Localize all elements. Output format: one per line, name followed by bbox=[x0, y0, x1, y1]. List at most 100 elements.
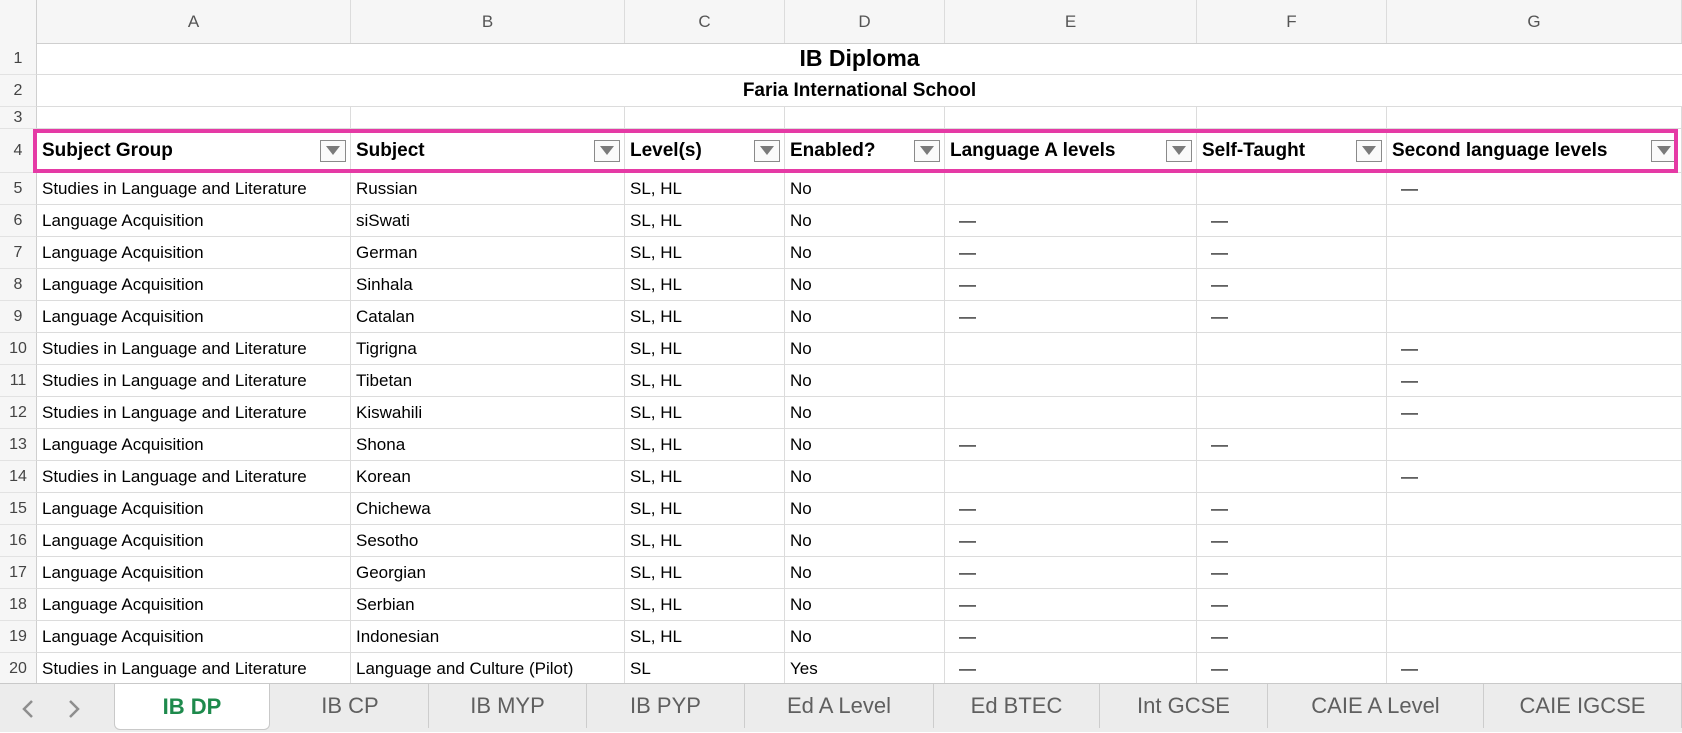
row-header-11[interactable]: 11 bbox=[0, 365, 37, 397]
cell-e16[interactable]: — bbox=[945, 525, 1197, 556]
cell-g5[interactable]: — bbox=[1387, 173, 1682, 204]
row-header-14[interactable]: 14 bbox=[0, 461, 37, 493]
row-header-6[interactable]: 6 bbox=[0, 205, 37, 237]
cell-a8[interactable]: Language Acquisition bbox=[37, 269, 351, 300]
cell-b16[interactable]: Sesotho bbox=[351, 525, 625, 556]
cell-e3[interactable] bbox=[945, 107, 1197, 128]
sheet-tab-ib-dp[interactable]: IB DP bbox=[114, 684, 270, 730]
row-header-19[interactable]: 19 bbox=[0, 621, 37, 653]
cell-f8[interactable]: — bbox=[1197, 269, 1387, 300]
cell-f14[interactable] bbox=[1197, 461, 1387, 492]
header-cell-e[interactable]: Language A levels bbox=[945, 129, 1197, 172]
cell-a18[interactable]: Language Acquisition bbox=[37, 589, 351, 620]
header-cell-b[interactable]: Subject bbox=[351, 129, 625, 172]
cell-e20[interactable]: — bbox=[945, 653, 1197, 683]
filter-dropdown-button[interactable] bbox=[914, 139, 940, 162]
cell-d6[interactable]: No bbox=[785, 205, 945, 236]
row-header-1[interactable]: 1 bbox=[0, 43, 37, 75]
sheet-subtitle[interactable]: Faria International School bbox=[37, 75, 1682, 106]
filter-dropdown-button[interactable] bbox=[594, 139, 620, 162]
cell-f18[interactable]: — bbox=[1197, 589, 1387, 620]
cell-d3[interactable] bbox=[785, 107, 945, 128]
cell-a11[interactable]: Studies in Language and Literature bbox=[37, 365, 351, 396]
cell-a20[interactable]: Studies in Language and Literature bbox=[37, 653, 351, 683]
row-header-18[interactable]: 18 bbox=[0, 589, 37, 621]
cell-b17[interactable]: Georgian bbox=[351, 557, 625, 588]
cell-c10[interactable]: SL, HL bbox=[625, 333, 785, 364]
cell-e8[interactable]: — bbox=[945, 269, 1197, 300]
cell-e12[interactable] bbox=[945, 397, 1197, 428]
cell-a15[interactable]: Language Acquisition bbox=[37, 493, 351, 524]
sheet-tab-caie-igcse[interactable]: CAIE IGCSE bbox=[1484, 684, 1682, 728]
row-header-9[interactable]: 9 bbox=[0, 301, 37, 333]
cell-d10[interactable]: No bbox=[785, 333, 945, 364]
cell-d19[interactable]: No bbox=[785, 621, 945, 652]
header-cell-d[interactable]: Enabled? bbox=[785, 129, 945, 172]
cell-g17[interactable] bbox=[1387, 557, 1682, 588]
sheet-tab-int-gcse[interactable]: Int GCSE bbox=[1100, 684, 1268, 728]
cell-g10[interactable]: — bbox=[1387, 333, 1682, 364]
row-header-20[interactable]: 20 bbox=[0, 653, 37, 683]
filter-dropdown-button[interactable] bbox=[1356, 139, 1382, 162]
sheet-tab-ib-cp[interactable]: IB CP bbox=[272, 684, 429, 728]
cell-a17[interactable]: Language Acquisition bbox=[37, 557, 351, 588]
cell-g9[interactable] bbox=[1387, 301, 1682, 332]
cell-c20[interactable]: SL bbox=[625, 653, 785, 683]
cell-g18[interactable] bbox=[1387, 589, 1682, 620]
header-cell-g[interactable]: Second language levels bbox=[1387, 129, 1682, 172]
cell-e10[interactable] bbox=[945, 333, 1197, 364]
cell-a5[interactable]: Studies in Language and Literature bbox=[37, 173, 351, 204]
cell-e14[interactable] bbox=[945, 461, 1197, 492]
cell-a6[interactable]: Language Acquisition bbox=[37, 205, 351, 236]
cell-f12[interactable] bbox=[1197, 397, 1387, 428]
cell-a3[interactable] bbox=[37, 107, 351, 128]
cell-f9[interactable]: — bbox=[1197, 301, 1387, 332]
cell-c13[interactable]: SL, HL bbox=[625, 429, 785, 460]
cell-f6[interactable]: — bbox=[1197, 205, 1387, 236]
cell-c11[interactable]: SL, HL bbox=[625, 365, 785, 396]
cell-a14[interactable]: Studies in Language and Literature bbox=[37, 461, 351, 492]
row-header-15[interactable]: 15 bbox=[0, 493, 37, 525]
cell-c9[interactable]: SL, HL bbox=[625, 301, 785, 332]
cell-b19[interactable]: Indonesian bbox=[351, 621, 625, 652]
sheet-tab-ed-btec[interactable]: Ed BTEC bbox=[934, 684, 1100, 728]
next-sheet-button[interactable] bbox=[54, 684, 94, 733]
sheet-tab-ib-pyp[interactable]: IB PYP bbox=[587, 684, 745, 728]
cell-b15[interactable]: Chichewa bbox=[351, 493, 625, 524]
cell-f20[interactable]: — bbox=[1197, 653, 1387, 683]
cell-f16[interactable]: — bbox=[1197, 525, 1387, 556]
cell-f7[interactable]: — bbox=[1197, 237, 1387, 268]
row-header-17[interactable]: 17 bbox=[0, 557, 37, 589]
cell-e15[interactable]: — bbox=[945, 493, 1197, 524]
cell-d11[interactable]: No bbox=[785, 365, 945, 396]
cell-f19[interactable]: — bbox=[1197, 621, 1387, 652]
cell-f5[interactable] bbox=[1197, 173, 1387, 204]
sheet-tab-ib-myp[interactable]: IB MYP bbox=[429, 684, 587, 728]
cell-d13[interactable]: No bbox=[785, 429, 945, 460]
cell-c18[interactable]: SL, HL bbox=[625, 589, 785, 620]
cell-c16[interactable]: SL, HL bbox=[625, 525, 785, 556]
cell-g11[interactable]: — bbox=[1387, 365, 1682, 396]
cell-f15[interactable]: — bbox=[1197, 493, 1387, 524]
cell-c8[interactable]: SL, HL bbox=[625, 269, 785, 300]
column-header-e[interactable]: E bbox=[945, 0, 1197, 43]
cell-c19[interactable]: SL, HL bbox=[625, 621, 785, 652]
cell-b14[interactable]: Korean bbox=[351, 461, 625, 492]
header-cell-f[interactable]: Self-Taught bbox=[1197, 129, 1387, 172]
cell-e17[interactable]: — bbox=[945, 557, 1197, 588]
cell-b12[interactable]: Kiswahili bbox=[351, 397, 625, 428]
row-header-12[interactable]: 12 bbox=[0, 397, 37, 429]
cell-c3[interactable] bbox=[625, 107, 785, 128]
cell-g20[interactable]: — bbox=[1387, 653, 1682, 683]
cell-c5[interactable]: SL, HL bbox=[625, 173, 785, 204]
prev-sheet-button[interactable] bbox=[8, 684, 48, 733]
sheet-title[interactable]: IB Diploma bbox=[37, 43, 1682, 74]
cell-d20[interactable]: Yes bbox=[785, 653, 945, 683]
cell-b13[interactable]: Shona bbox=[351, 429, 625, 460]
cell-f3[interactable] bbox=[1197, 107, 1387, 128]
cell-g16[interactable] bbox=[1387, 525, 1682, 556]
select-all-corner[interactable] bbox=[0, 0, 37, 43]
cell-g13[interactable] bbox=[1387, 429, 1682, 460]
cell-a9[interactable]: Language Acquisition bbox=[37, 301, 351, 332]
cell-e9[interactable]: — bbox=[945, 301, 1197, 332]
